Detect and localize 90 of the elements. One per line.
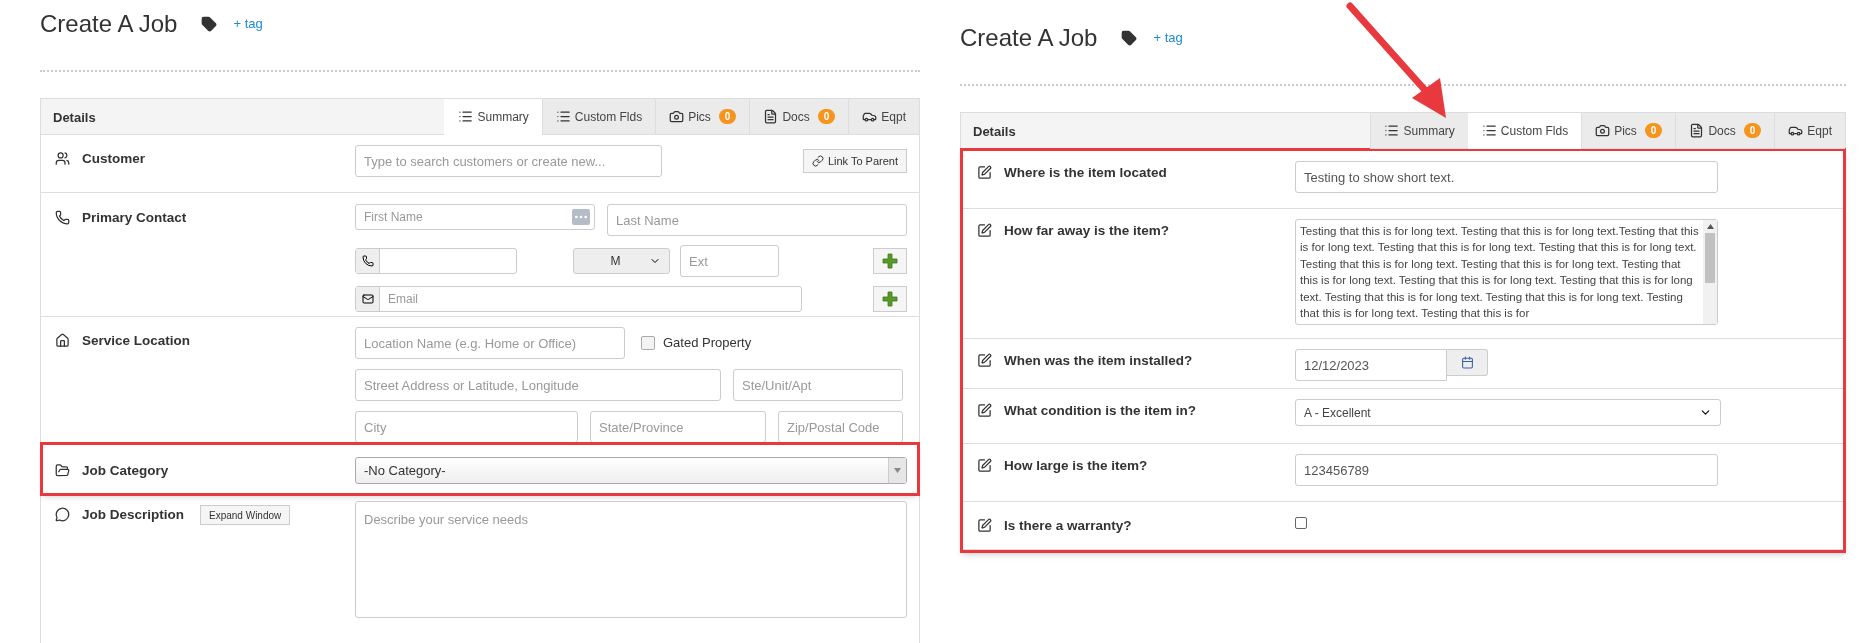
edit-icon bbox=[977, 353, 992, 368]
last-name-field[interactable]: Last Name bbox=[607, 204, 907, 236]
zip-field[interactable]: Zip/Postal Code bbox=[778, 411, 903, 443]
folder-icon bbox=[55, 463, 70, 478]
checkbox-label: Gated Property bbox=[663, 334, 752, 353]
calendar-button[interactable] bbox=[1447, 349, 1488, 376]
list-icon bbox=[555, 109, 571, 124]
tab[interactable]: Summary bbox=[1370, 113, 1468, 149]
link-to-parent-button[interactable]: Link To Parent bbox=[802, 149, 907, 173]
ext-field[interactable]: Ext bbox=[680, 245, 779, 277]
people-icon bbox=[55, 151, 70, 166]
edit-icon bbox=[977, 403, 992, 418]
field-label: Job Description bbox=[82, 506, 184, 524]
tab[interactable]: Pics 0 bbox=[1581, 113, 1676, 149]
add-tag-link[interactable]: + tag bbox=[233, 14, 263, 34]
text-field[interactable]: Testing to show short text. bbox=[1295, 161, 1718, 193]
caret-icon bbox=[894, 468, 901, 473]
description-field[interactable]: Describe your service needs bbox=[355, 501, 907, 618]
warranty-checkbox[interactable] bbox=[1295, 517, 1307, 529]
city-field[interactable]: City bbox=[355, 411, 578, 443]
field-label: Service Location bbox=[82, 332, 191, 350]
add-tag-link[interactable]: + tag bbox=[1153, 28, 1183, 48]
tab[interactable]: Docs 0 bbox=[749, 99, 849, 135]
field-label: What condition is the item in? bbox=[1004, 402, 1196, 420]
phone-icon bbox=[55, 210, 70, 225]
gated-property-checkbox[interactable] bbox=[641, 336, 655, 350]
count-badge: 0 bbox=[1743, 123, 1762, 138]
tag-icon bbox=[1121, 30, 1138, 46]
field-label: Is there a warranty? bbox=[1004, 517, 1132, 535]
field-label: Where is the item located bbox=[1004, 164, 1167, 182]
section-title: Details bbox=[972, 123, 1016, 141]
camera-icon bbox=[669, 109, 685, 124]
state-field[interactable]: State/Province bbox=[590, 411, 766, 443]
page-title: Create A Job bbox=[40, 9, 178, 39]
tab[interactable]: Docs 0 bbox=[1675, 113, 1775, 149]
edit-icon bbox=[977, 458, 992, 473]
category-select[interactable]: -No Category- bbox=[355, 457, 907, 484]
plus-icon bbox=[882, 291, 898, 307]
document-icon bbox=[763, 109, 779, 124]
section-title: Details bbox=[52, 109, 96, 127]
expand-window-button[interactable]: Expand Window bbox=[200, 505, 291, 525]
home-icon bbox=[55, 333, 70, 348]
placeholder-text: First Name bbox=[364, 209, 423, 226]
list-icon bbox=[1481, 123, 1497, 138]
scrollbar-thumb[interactable] bbox=[1705, 233, 1715, 283]
count-badge: 0 bbox=[1644, 123, 1663, 138]
field-label: How far away is the item? bbox=[1004, 222, 1170, 240]
camera-icon bbox=[1595, 123, 1611, 138]
plus-icon bbox=[882, 253, 898, 269]
placeholder-text: Email bbox=[387, 291, 418, 308]
add-button[interactable] bbox=[873, 248, 907, 274]
street-address-field[interactable]: Street Address or Latitude, Longitude bbox=[355, 369, 721, 401]
more-icon bbox=[572, 209, 590, 225]
count-badge: 0 bbox=[817, 109, 836, 124]
field-label: Job Category bbox=[82, 462, 169, 480]
customer-search-field[interactable]: Type to search customers or create new... bbox=[355, 145, 662, 177]
edit-icon bbox=[977, 518, 992, 533]
field-label: How large is the item? bbox=[1004, 457, 1148, 475]
link-icon bbox=[811, 155, 824, 167]
phone-field[interactable] bbox=[355, 248, 517, 274]
tab[interactable]: Eqpt bbox=[848, 99, 919, 135]
calendar-icon bbox=[1460, 356, 1474, 369]
phone-type-select[interactable]: M bbox=[573, 248, 670, 274]
condition-select[interactable]: A - Excellent bbox=[1295, 399, 1721, 426]
scroll-up-icon bbox=[1706, 224, 1714, 229]
field-label: Customer bbox=[82, 150, 145, 168]
edit-icon bbox=[977, 165, 992, 180]
tag-icon bbox=[201, 16, 218, 32]
speech-bubble-icon bbox=[55, 507, 70, 522]
count-badge: 0 bbox=[718, 109, 737, 124]
document-icon bbox=[1689, 123, 1705, 138]
envelope-icon bbox=[361, 293, 374, 305]
field-label: When was the item installed? bbox=[1004, 352, 1193, 370]
edit-icon bbox=[977, 223, 992, 238]
tab[interactable]: Custom Flds bbox=[1467, 113, 1582, 149]
add-button[interactable] bbox=[873, 286, 907, 312]
list-icon bbox=[1384, 123, 1400, 138]
page-title: Create A Job bbox=[960, 23, 1098, 53]
field-text: Testing that this is for long text. Testing that this is for long text.Testing that this is for long text. Testing that this is for long text. Testing that this is for long text. Testing that this is for long text. Testing that this is for long text. Testing that this is for long text. Testing that this is for long text. Testing that this is for long text. Testing that this is for long text. Testing that this is for long text. Testing that this is for long text. Testing that this is for bbox=[1299, 224, 1700, 322]
list-icon bbox=[458, 109, 474, 124]
unit-field[interactable]: Ste/Unit/Apt bbox=[733, 369, 903, 401]
tab[interactable]: Eqpt bbox=[1774, 113, 1845, 149]
text-field[interactable]: 123456789 bbox=[1295, 454, 1718, 486]
tab[interactable]: Custom Flds bbox=[541, 99, 656, 135]
location-name-field[interactable]: Location Name (e.g. Home or Office) bbox=[355, 327, 625, 359]
date-field[interactable]: 12/12/2023 bbox=[1295, 349, 1447, 381]
field-label: Primary Contact bbox=[82, 209, 187, 227]
phone-icon bbox=[361, 255, 374, 267]
tab[interactable]: Summary bbox=[444, 99, 542, 135]
tab[interactable]: Pics 0 bbox=[655, 99, 750, 135]
